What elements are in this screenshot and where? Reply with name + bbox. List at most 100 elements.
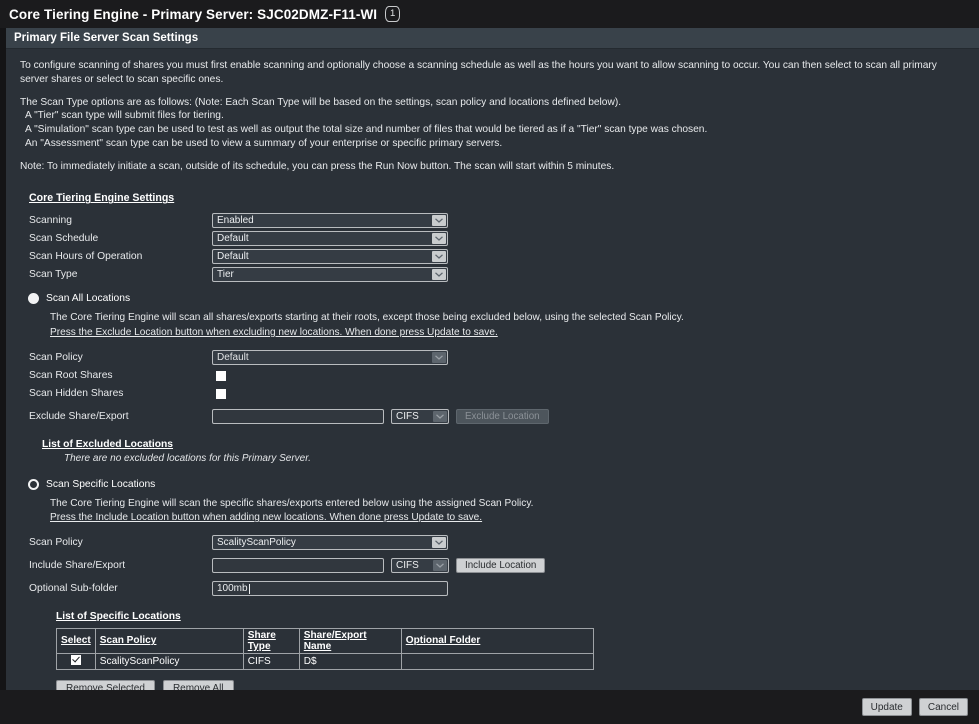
scan-schedule-row: Scan Schedule Default: [20, 229, 965, 247]
chevron-down-icon[interactable]: [432, 232, 446, 244]
update-button[interactable]: Update: [861, 698, 912, 716]
window-title-bar: Core Tiering Engine - Primary Server: SJ…: [0, 0, 979, 28]
scan-all-description-line2: Press the Exclude Location button when e…: [50, 326, 498, 338]
scan-specific-policy-label: Scan Policy: [29, 537, 83, 549]
chevron-down-icon[interactable]: [432, 268, 446, 280]
intro-paragraph-1: To configure scanning of shares you must…: [20, 60, 937, 85]
intro-paragraph-6: Note: To immediately initiate a scan, ou…: [20, 160, 615, 172]
row-share-export-name: D$: [298, 653, 402, 670]
scan-specific-description-line2: Press the Include Location button when a…: [50, 512, 483, 524]
scan-hours-row: Scan Hours of Operation Default: [20, 247, 965, 265]
scan-hidden-shares-row: Scan Hidden Shares: [20, 385, 965, 403]
core-tiering-engine-settings-title: Core Tiering Engine Settings: [29, 192, 175, 205]
optional-subfolder-row: Optional Sub-folder 100mb: [20, 580, 965, 598]
scan-root-shares-row: Scan Root Shares: [20, 367, 965, 385]
list-of-specific-locations-title[interactable]: List of Specific Locations: [56, 611, 965, 622]
scan-schedule-select[interactable]: Default: [212, 230, 448, 246]
excluded-locations-empty-message: There are no excluded locations for this…: [64, 452, 311, 464]
server-count-badge-icon: 1: [385, 6, 401, 22]
scan-specific-description-line1: The Core Tiering Engine will scan the sp…: [50, 497, 534, 509]
optional-subfolder-input[interactable]: 100mb: [212, 581, 448, 597]
chevron-down-icon[interactable]: [432, 537, 446, 549]
chevron-down-icon: [433, 411, 447, 423]
intro-paragraph-3: A "Tier" scan type will submit files for…: [25, 110, 224, 122]
include-share-export-row: Include Share/Export CIFS Include Locati…: [20, 557, 965, 575]
scan-all-policy-select-value: Default: [217, 352, 249, 364]
column-header-share-type[interactable]: Share Type: [242, 627, 300, 654]
row-optional-folder: [400, 653, 595, 670]
scan-all-locations-radio[interactable]: [28, 293, 39, 305]
specific-locations-table: Select Scan Policy Share Type Share/Expo…: [56, 627, 595, 670]
exclude-protocol-value: CIFS: [396, 411, 419, 423]
list-of-excluded-locations-title[interactable]: List of Excluded Locations: [42, 439, 965, 450]
scan-root-shares-checkbox[interactable]: [216, 370, 226, 381]
text-cursor: [248, 583, 250, 594]
footer-bar: Update Cancel: [0, 690, 979, 724]
scanning-select[interactable]: Enabled: [212, 212, 448, 228]
chevron-down-icon: [432, 352, 446, 364]
scan-schedule-label: Scan Schedule: [29, 232, 99, 244]
scanning-row: Scanning Enabled: [20, 211, 965, 229]
scan-type-row: Scan Type Tier: [20, 265, 965, 283]
scan-specific-locations-label: Scan Specific Locations: [46, 478, 156, 490]
chevron-down-icon: [433, 560, 447, 572]
scan-hidden-shares-checkbox[interactable]: [216, 388, 226, 399]
row-select-cell: [56, 653, 96, 670]
column-header-scan-policy[interactable]: Scan Policy: [94, 627, 244, 654]
include-protocol-value: CIFS: [396, 560, 419, 572]
intro-paragraph-2: The Scan Type options are as follows: (N…: [20, 96, 622, 108]
include-location-button[interactable]: Include Location: [456, 558, 546, 574]
optional-subfolder-input-value: 100mb: [217, 583, 248, 595]
intro-paragraph-5: An "Assessment" scan type can be used to…: [25, 137, 503, 149]
row-share-type: CIFS: [242, 653, 300, 670]
scan-hours-select[interactable]: Default: [212, 248, 448, 264]
include-share-export-input[interactable]: [212, 558, 384, 574]
scanning-label: Scanning: [29, 214, 72, 226]
table-row: ScalityScanPolicy CIFS D$: [56, 653, 595, 670]
table-header-row: Select Scan Policy Share Type Share/Expo…: [56, 627, 595, 654]
scan-all-policy-row: Scan Policy Default: [20, 349, 965, 367]
page-title: Core Tiering Engine - Primary Server: SJ…: [9, 6, 378, 22]
scan-specific-locations-radio-row[interactable]: Scan Specific Locations: [28, 478, 965, 490]
scan-hours-select-value: Default: [217, 250, 249, 262]
scan-all-description-line1: The Core Tiering Engine will scan all sh…: [50, 312, 684, 324]
chevron-down-icon[interactable]: [432, 214, 446, 226]
scan-hours-label: Scan Hours of Operation: [29, 250, 143, 262]
settings-panel: Primary File Server Scan Settings To con…: [0, 28, 979, 724]
exclude-location-button: Exclude Location: [456, 409, 549, 425]
exclude-protocol-select[interactable]: CIFS: [391, 409, 449, 425]
include-share-export-label: Include Share/Export: [29, 560, 126, 572]
scan-specific-locations-radio[interactable]: [28, 478, 39, 490]
column-header-share-export-name[interactable]: Share/Export Name: [298, 627, 402, 654]
cancel-button[interactable]: Cancel: [918, 698, 968, 716]
optional-subfolder-label: Optional Sub-folder: [29, 583, 118, 595]
scan-schedule-select-value: Default: [217, 232, 249, 244]
scan-all-locations-radio-row[interactable]: Scan All Locations: [28, 293, 965, 305]
column-header-select: Select: [56, 627, 96, 654]
exclude-share-export-input[interactable]: [212, 409, 384, 425]
scan-root-shares-label: Scan Root Shares: [29, 370, 113, 382]
scan-all-policy-label: Scan Policy: [29, 352, 83, 364]
intro-text: To configure scanning of shares you must…: [20, 59, 965, 173]
scan-specific-policy-select-value: ScalityScanPolicy: [217, 537, 296, 549]
exclude-share-export-label: Exclude Share/Export: [29, 411, 129, 423]
scan-specific-policy-row: Scan Policy ScalityScanPolicy: [20, 534, 965, 552]
row-scan-policy: ScalityScanPolicy: [94, 653, 244, 670]
scan-all-description: The Core Tiering Engine will scan all sh…: [50, 311, 965, 340]
panel-body: To configure scanning of shares you must…: [6, 49, 979, 724]
scan-type-select-value: Tier: [217, 268, 234, 280]
column-header-optional-folder[interactable]: Optional Folder: [400, 627, 595, 654]
scan-all-policy-select[interactable]: Default: [212, 350, 448, 366]
scan-specific-policy-select[interactable]: ScalityScanPolicy: [212, 535, 448, 551]
scanning-select-value: Enabled: [217, 214, 254, 226]
chevron-down-icon[interactable]: [432, 250, 446, 262]
row-select-checkbox[interactable]: [70, 654, 81, 665]
section-header: Primary File Server Scan Settings: [6, 28, 979, 49]
scan-specific-description: The Core Tiering Engine will scan the sp…: [50, 497, 965, 526]
scan-type-select[interactable]: Tier: [212, 266, 448, 282]
include-protocol-select[interactable]: CIFS: [391, 558, 449, 574]
scan-hidden-shares-label: Scan Hidden Shares: [29, 388, 124, 400]
intro-paragraph-4: A "Simulation" scan type can be used to …: [25, 124, 708, 136]
scan-all-locations-label: Scan All Locations: [46, 293, 131, 305]
scan-type-label: Scan Type: [29, 268, 78, 280]
